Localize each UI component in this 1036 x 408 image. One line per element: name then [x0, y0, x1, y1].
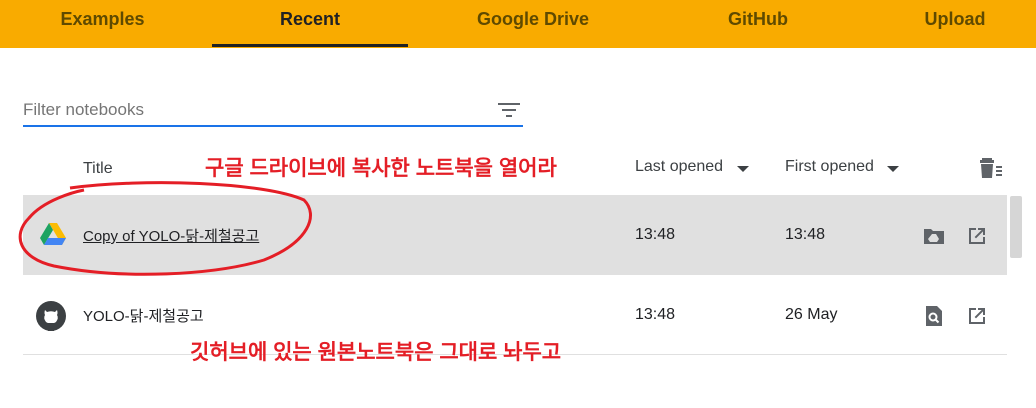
sort-down-icon[interactable]	[737, 166, 749, 172]
annotation-circle	[18, 181, 312, 276]
tab-bar: Examples Recent Google Drive GitHub Uplo…	[0, 0, 1036, 48]
open-in-new-tab-icon[interactable]	[966, 305, 988, 327]
tab-github[interactable]: GitHub	[660, 0, 856, 46]
filter-icon[interactable]	[497, 100, 521, 120]
tab-recent[interactable]: Recent	[212, 0, 408, 46]
annotation-top: 구글 드라이브에 복사한 노트북을 열어라	[205, 157, 557, 180]
filter-underline	[23, 125, 523, 127]
tab-google-drive[interactable]: Google Drive	[430, 0, 636, 46]
scrollbar[interactable]	[1010, 196, 1022, 258]
last-opened-value: 13:48	[635, 226, 676, 243]
column-first-opened[interactable]: First opened	[785, 158, 874, 176]
first-opened-value: 26 May	[785, 306, 838, 323]
annotation-bottom: 깃허브에 있는 원본노트북은 그대로 놔두고	[190, 341, 562, 364]
open-in-new-tab-icon[interactable]	[966, 225, 988, 247]
drive-folder-icon[interactable]	[923, 225, 945, 247]
active-tab-indicator	[212, 44, 408, 47]
last-opened-value: 13:48	[635, 306, 676, 323]
sort-down-icon[interactable]	[887, 166, 899, 172]
filter-input[interactable]	[23, 98, 483, 122]
delete-all-icon[interactable]	[978, 156, 1004, 180]
first-opened-value: 13:48	[785, 226, 826, 243]
tab-upload[interactable]: Upload	[860, 0, 1036, 46]
filter-bar	[23, 92, 523, 127]
notebook-title-link[interactable]: YOLO-닭-제철공고	[83, 305, 204, 326]
search-document-icon[interactable]	[923, 305, 945, 327]
github-icon	[36, 301, 66, 331]
column-title[interactable]: Title	[83, 160, 113, 178]
column-last-opened[interactable]: Last opened	[635, 158, 723, 176]
tab-examples[interactable]: Examples	[0, 0, 205, 46]
